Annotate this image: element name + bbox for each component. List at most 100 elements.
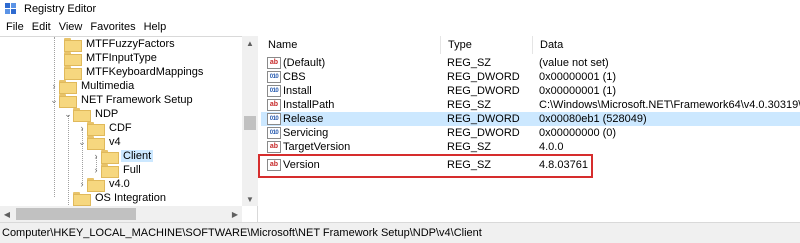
tree-item-mtffuzzyfactors[interactable]: MTFFuzzyFactors bbox=[54, 37, 177, 52]
column-header-type[interactable]: Type bbox=[441, 36, 533, 54]
registry-path: Computer\HKEY_LOCAL_MACHINE\SOFTWARE\Mic… bbox=[2, 227, 482, 239]
chevron-right-icon[interactable]: › bbox=[91, 163, 101, 177]
tree-item-v4[interactable]: ⌄ v4 bbox=[77, 135, 123, 150]
tree-item-ndp[interactable]: ⌄ NDP bbox=[63, 107, 120, 122]
tree-item-multimedia[interactable]: › Multimedia bbox=[49, 79, 136, 94]
tree-vertical-scrollbar[interactable]: ▲ ▼ bbox=[242, 36, 258, 206]
menu-bar: File Edit View Favorites Help bbox=[0, 18, 800, 36]
tree-expander[interactable] bbox=[54, 37, 64, 51]
chevron-right-icon[interactable]: › bbox=[77, 121, 87, 135]
tree-item-os-integration[interactable]: OS Integration bbox=[63, 191, 168, 206]
value-data: 0x00000001 (1) bbox=[539, 71, 617, 83]
value-type: REG_DWORD bbox=[447, 85, 520, 97]
value-row-servicing[interactable]: 010 Servicing REG_DWORD 0x00000000 (0) bbox=[261, 126, 800, 140]
value-name: InstallPath bbox=[283, 99, 335, 111]
tree-item-cdf[interactable]: › CDF bbox=[77, 121, 134, 136]
registry-values-list[interactable]: Name Type Data ab (Default) REG_SZ (valu… bbox=[261, 36, 800, 222]
tree-item-label: Multimedia bbox=[81, 80, 135, 92]
tree-item-label: MTFKeyboardMappings bbox=[86, 66, 204, 78]
value-data: C:\Windows\Microsoft.NET\Framework64\v4.… bbox=[539, 99, 800, 111]
folder-icon bbox=[87, 122, 105, 136]
column-header-data[interactable]: Data bbox=[533, 36, 800, 54]
string-value-icon: ab bbox=[267, 99, 281, 111]
tree-item-label: NDP bbox=[95, 108, 119, 120]
folder-icon bbox=[64, 38, 82, 52]
tree-item-label: v4.0 bbox=[109, 178, 130, 190]
chevron-down-icon[interactable]: ⌄ bbox=[49, 93, 59, 107]
dword-value-icon: 010 bbox=[267, 127, 281, 139]
tree-item-mtfkeyboardmappings[interactable]: MTFKeyboardMappings bbox=[54, 65, 205, 80]
scroll-right-icon[interactable]: ▶ bbox=[228, 206, 242, 222]
value-type: REG_SZ bbox=[447, 57, 492, 69]
tree-item-label: Client bbox=[121, 150, 154, 162]
menu-help[interactable]: Help bbox=[142, 21, 173, 33]
menu-view[interactable]: View bbox=[57, 21, 89, 33]
chevron-right-icon[interactable]: › bbox=[77, 177, 87, 191]
chevron-down-icon[interactable]: ⌄ bbox=[77, 135, 87, 149]
folder-icon bbox=[87, 136, 105, 150]
tree-expander[interactable] bbox=[54, 51, 64, 65]
value-data: 0x00000000 (0) bbox=[539, 127, 617, 139]
tree-item-label: Full bbox=[123, 164, 141, 176]
value-name: CBS bbox=[283, 71, 306, 83]
address-status-bar[interactable]: Computer\HKEY_LOCAL_MACHINE\SOFTWARE\Mic… bbox=[0, 222, 800, 243]
dword-value-icon: 010 bbox=[267, 85, 281, 97]
tree-item-label: NET Framework Setup bbox=[81, 94, 193, 106]
value-name: Release bbox=[283, 113, 324, 125]
chevron-down-icon[interactable]: ⌄ bbox=[63, 107, 73, 121]
menu-favorites[interactable]: Favorites bbox=[88, 21, 141, 33]
tree-item-label: CDF bbox=[109, 122, 132, 134]
folder-icon bbox=[59, 80, 77, 94]
string-value-icon: ab bbox=[267, 57, 281, 69]
scrollbar-thumb[interactable] bbox=[16, 208, 136, 220]
value-row-targetversion[interactable]: ab TargetVersion REG_SZ 4.0.0 bbox=[261, 140, 800, 154]
folder-icon bbox=[87, 178, 105, 192]
tree-expander[interactable] bbox=[63, 191, 73, 205]
title-bar: Registry Editor bbox=[0, 0, 800, 18]
tree-item-label: MTFFuzzyFactors bbox=[86, 38, 175, 50]
folder-icon bbox=[73, 192, 91, 206]
tree-item-mtfinputtype[interactable]: MTFInputType bbox=[54, 51, 159, 66]
scroll-up-icon[interactable]: ▲ bbox=[242, 36, 258, 50]
version-highlight-box bbox=[258, 154, 593, 178]
registry-key-tree[interactable]: MTFFuzzyFactors MTFInputType MTFKeyboard… bbox=[0, 36, 258, 222]
scroll-down-icon[interactable]: ▼ bbox=[242, 192, 258, 206]
menu-file[interactable]: File bbox=[4, 21, 30, 33]
chevron-right-icon[interactable]: › bbox=[91, 149, 101, 163]
menu-edit[interactable]: Edit bbox=[30, 21, 57, 33]
tree-expander[interactable] bbox=[54, 65, 64, 79]
tree-item-full[interactable]: › Full bbox=[91, 163, 143, 178]
value-data: 4.0.0 bbox=[539, 141, 564, 153]
value-row-install[interactable]: 010 Install REG_DWORD 0x00000001 (1) bbox=[261, 84, 800, 98]
tree-item-net-framework-setup[interactable]: ⌄ NET Framework Setup bbox=[49, 93, 195, 108]
column-header-name[interactable]: Name bbox=[261, 36, 441, 54]
tree-item-label: v4 bbox=[109, 136, 121, 148]
value-row-release[interactable]: 010 Release REG_DWORD 0x00080eb1 (528049… bbox=[261, 112, 800, 126]
chevron-right-icon[interactable]: › bbox=[49, 79, 59, 93]
folder-icon bbox=[64, 52, 82, 66]
value-type: REG_DWORD bbox=[447, 71, 520, 83]
folder-icon bbox=[73, 108, 91, 122]
value-data: 0x00000001 (1) bbox=[539, 85, 617, 97]
value-name: (Default) bbox=[283, 57, 326, 69]
tree-item-v4-0[interactable]: › v4.0 bbox=[77, 177, 132, 192]
value-type: REG_DWORD bbox=[447, 127, 520, 139]
value-type: REG_DWORD bbox=[447, 113, 520, 125]
string-value-icon: ab bbox=[267, 141, 281, 153]
tree-item-label: OS Integration bbox=[95, 192, 166, 204]
value-name: Install bbox=[283, 85, 312, 97]
value-name: TargetVersion bbox=[283, 141, 351, 153]
tree-horizontal-scrollbar[interactable]: ◀ ▶ bbox=[0, 206, 242, 222]
tree-item-client[interactable]: › Client bbox=[91, 149, 154, 164]
value-row-cbs[interactable]: 010 CBS REG_DWORD 0x00000001 (1) bbox=[261, 70, 800, 84]
value-row-default[interactable]: ab (Default) REG_SZ (value not set) bbox=[261, 56, 800, 70]
value-name: Servicing bbox=[283, 127, 329, 139]
tree-item-label: MTFInputType bbox=[86, 52, 157, 64]
value-row-installpath[interactable]: ab InstallPath REG_SZ C:\Windows\Microso… bbox=[261, 98, 800, 112]
folder-icon bbox=[59, 94, 77, 108]
scroll-left-icon[interactable]: ◀ bbox=[0, 206, 14, 222]
folder-icon bbox=[101, 150, 119, 164]
dword-value-icon: 010 bbox=[267, 71, 281, 83]
scrollbar-thumb[interactable] bbox=[244, 116, 256, 130]
registry-editor-icon bbox=[5, 3, 17, 15]
